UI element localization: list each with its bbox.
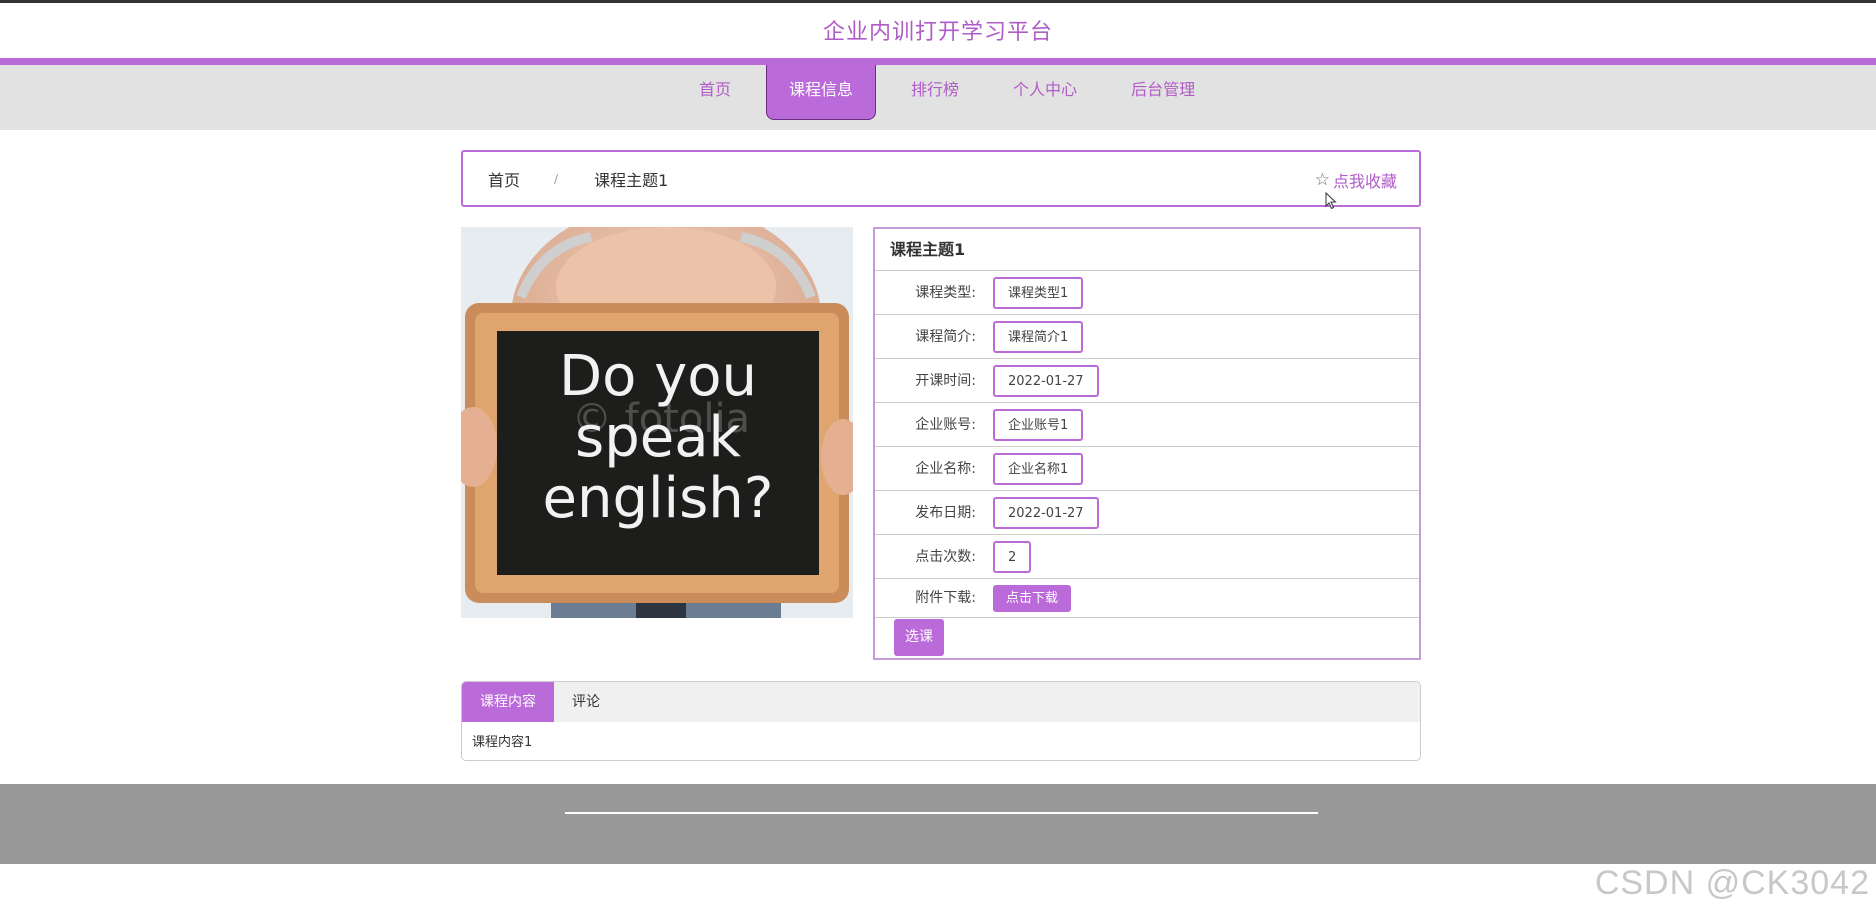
field-value: 企业账号1 [993,409,1084,441]
course-tabs: 课程内容 评论 课程内容1 [461,681,1421,761]
field-row-publish-date: 发布日期: 2022-01-27 [875,491,1419,535]
breadcrumb-separator: / [554,171,559,186]
star-icon: ☆ [1314,170,1330,190]
nav-item-ranking[interactable]: 排行榜 [884,65,986,115]
main-nav: 首页 课程信息 排行榜 个人中心 后台管理 [0,58,1876,130]
breadcrumb-home-link[interactable]: 首页 [488,167,520,191]
breadcrumb-current: 课程主题1 [594,170,669,190]
field-label: 点击次数: [915,549,976,565]
field-value: 课程类型1 [993,277,1084,309]
download-button[interactable]: 点击下载 [993,585,1072,612]
tab-header: 课程内容 评论 [462,682,1420,722]
field-label: 发布日期: [915,505,976,521]
field-label: 企业账号: [915,417,976,433]
field-label: 附件下载: [915,590,976,606]
nav-item-admin[interactable]: 后台管理 [1104,65,1222,115]
field-row-attachment: 附件下载: 点击下载 [875,579,1419,618]
field-value: 课程简介1 [993,321,1084,353]
favorite-label: 点我收藏 [1332,172,1397,191]
course-title: 课程主题1 [875,229,1419,271]
field-label: 开课时间: [915,373,976,389]
field-row-company-name: 企业名称: 企业名称1 [875,447,1419,491]
field-row-click-count: 点击次数: 2 [875,535,1419,579]
choose-course-button[interactable]: 选课 [894,619,944,656]
breadcrumb: 首页 / 课程主题1 ☆ 点我收藏 [461,150,1421,207]
course-photo-illustration: Do you speak english? © fotolia [461,227,853,618]
site-title: 企业内训打开学习平台 [822,20,1053,45]
field-value: 2 [993,541,1032,573]
field-value: 企业名称1 [993,453,1084,485]
mouse-cursor-icon [1325,192,1337,210]
top-border [0,0,1876,3]
field-row-company-account: 企业账号: 企业账号1 [875,403,1419,447]
course-image: Do you speak english? © fotolia [461,227,853,618]
photo-watermark: © fotolia [572,396,750,442]
field-value: 2022-01-27 [993,365,1099,397]
course-detail-panel: 课程主题1 课程类型: 课程类型1 课程简介: 课程简介1 开课时间: 2022… [873,227,1421,660]
sign-line-3: english? [543,466,774,531]
field-row-course-type: 课程类型: 课程类型1 [875,271,1419,315]
tab-comments[interactable]: 评论 [554,682,618,722]
field-label: 企业名称: [915,461,976,477]
nav-items: 首页 课程信息 排行榜 个人中心 后台管理 [672,65,1222,130]
tab-content: 课程内容1 [472,735,533,750]
favorite-button[interactable]: ☆ 点我收藏 [1315,168,1397,192]
field-label: 课程简介: [915,329,976,345]
footer-divider [565,812,1318,814]
tab-course-content[interactable]: 课程内容 [462,682,554,722]
field-row-course-intro: 课程简介: 课程简介1 [875,315,1419,359]
field-row-start-time: 开课时间: 2022-01-27 [875,359,1419,403]
field-value: 2022-01-27 [993,497,1099,529]
footer [0,784,1876,864]
nav-item-courses[interactable]: 课程信息 [766,65,877,120]
nav-item-profile[interactable]: 个人中心 [986,65,1104,115]
field-label: 课程类型: [915,285,976,301]
csdn-watermark: CSDN @CK3042 [1594,864,1870,902]
nav-item-home[interactable]: 首页 [672,65,758,115]
